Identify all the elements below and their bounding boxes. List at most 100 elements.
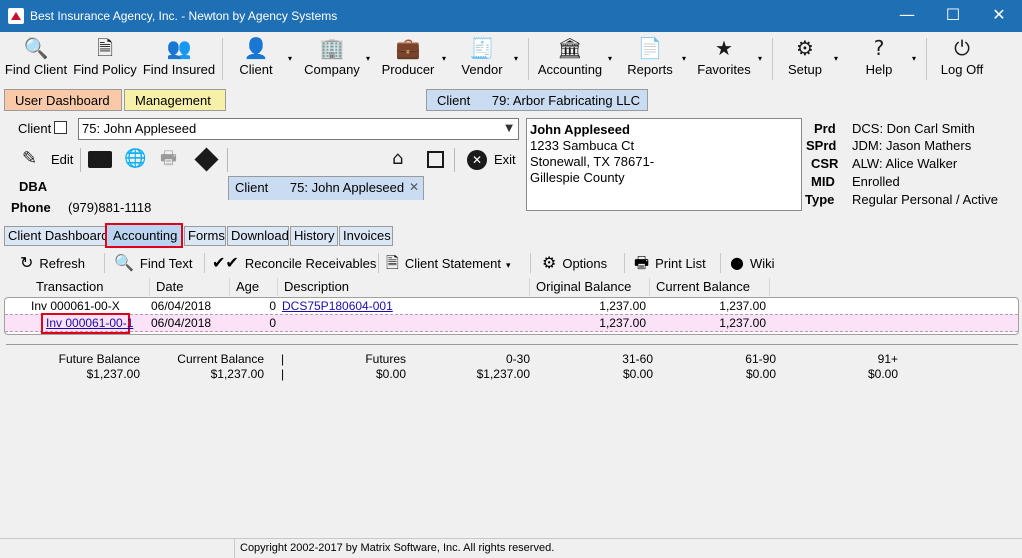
print-list-button[interactable]: 🖶 Print List <box>634 252 706 274</box>
close-tab-icon[interactable]: ✕ <box>409 180 419 194</box>
client-select[interactable]: 75: John Appleseed ▼ <box>78 118 519 140</box>
separator <box>378 253 379 273</box>
home-icon[interactable]: ⌂ <box>392 148 403 170</box>
edit-button[interactable]: Edit <box>51 152 73 167</box>
summary-label-futures: Futures <box>365 352 406 366</box>
separator <box>104 253 105 273</box>
client-label: Client <box>18 121 52 136</box>
tab-user-dashboard[interactable]: User Dashboard <box>4 89 122 111</box>
summary-value-91-plus: $0.00 <box>867 367 898 381</box>
vendor-dropdown-arrow-icon[interactable]: ▾ <box>514 54 518 63</box>
separator <box>720 253 721 273</box>
company-menu-button[interactable]: 🏢 Company <box>302 34 362 84</box>
client-statement-button[interactable]: 🗎 Client Statement ▾ <box>386 252 511 274</box>
column-header-date[interactable]: Date <box>150 278 230 296</box>
printer-icon[interactable]: 🖶 <box>160 148 177 170</box>
column-header-transaction[interactable]: Transaction <box>30 278 150 296</box>
row-1-description-link[interactable]: DCS75P180604-001 <box>282 298 393 314</box>
tab-management[interactable]: Management <box>124 89 226 111</box>
info-key-mid: MID <box>811 174 835 189</box>
column-header-current-balance[interactable]: Current Balance <box>650 278 770 296</box>
person-icon: 👤 <box>243 36 269 60</box>
find-text-button[interactable]: 🔍 Find Text <box>114 252 192 274</box>
tab-client-arbor-fabricating[interactable]: Client 79: Arbor Fabricating LLC <box>426 89 648 111</box>
tab-client-john-appleseed[interactable]: Client 75: John Appleseed ✕ <box>228 176 424 200</box>
info-value-mid: Enrolled <box>852 174 900 189</box>
refresh-icon: ↻ <box>20 253 34 272</box>
summary-label-0-30: 0-30 <box>505 352 530 366</box>
producer-dropdown-arrow-icon[interactable]: ▾ <box>442 54 446 63</box>
open-external-icon[interactable] <box>427 151 444 168</box>
log-off-button[interactable]: ⏻ Log Off <box>936 34 988 84</box>
favorites-menu-button[interactable]: ★ Favorites <box>694 34 754 84</box>
title-bar: Best Insurance Agency, Inc. - Newton by … <box>0 0 1022 32</box>
main-toolbar: 🔍 Find Client 🗎 Find Policy 👥 Find Insur… <box>0 32 1022 86</box>
accounting-dropdown-arrow-icon[interactable]: ▾ <box>608 54 612 63</box>
column-header-description[interactable]: Description <box>278 278 530 296</box>
vendor-menu-button[interactable]: 🧾 Vendor <box>454 34 510 84</box>
client-dropdown-arrow-icon[interactable]: ▾ <box>288 54 292 63</box>
row-1-current-balance: 1,237.00 <box>719 299 766 313</box>
setup-dropdown-arrow-icon[interactable]: ▾ <box>834 54 838 63</box>
row-1-transaction[interactable]: Inv 000061-00-X <box>31 298 120 314</box>
find-policy-button[interactable]: 🗎 Find Policy <box>72 34 138 84</box>
row-1-date: 06/04/2018 <box>151 299 212 313</box>
reconcile-receivables-button[interactable]: ✔✔ Reconcile Receivables <box>212 252 376 274</box>
info-key-prd: Prd <box>814 121 836 136</box>
info-key-csr: CSR <box>811 156 839 171</box>
reports-dropdown-arrow-icon[interactable]: ▾ <box>682 54 686 63</box>
summary-value-current-balance: $1,237.00 <box>210 367 264 381</box>
subtab-download[interactable]: Download <box>227 226 289 246</box>
wiki-icon: ● <box>730 253 744 272</box>
minimize-button[interactable]: — <box>884 0 930 32</box>
company-dropdown-arrow-icon[interactable]: ▾ <box>366 54 370 63</box>
find-insured-button[interactable]: 👥 Find Insured <box>142 34 216 84</box>
subtab-client-dashboard[interactable]: Client Dashboard <box>4 226 108 246</box>
column-header-original-balance[interactable]: Original Balance <box>530 278 650 296</box>
phone-label: Phone <box>11 200 51 215</box>
address-line-2: Stonewall, TX 78671- <box>530 154 655 169</box>
favorites-dropdown-arrow-icon[interactable]: ▾ <box>758 54 762 63</box>
toolbar-separator <box>222 38 223 80</box>
help-menu-button[interactable]: ? Help <box>856 34 902 84</box>
row-2-transaction-link[interactable]: Inv 000061-00-1 <box>46 315 133 331</box>
client-checkbox[interactable] <box>54 121 67 134</box>
separator <box>204 253 205 273</box>
exit-button[interactable]: Exit <box>494 152 516 167</box>
wiki-button[interactable]: ● Wiki <box>730 252 775 274</box>
pencil-icon[interactable]: ✎ <box>22 148 37 170</box>
power-icon: ⏻ <box>954 36 970 60</box>
summary-label-61-90: 61-90 <box>745 352 776 366</box>
column-header-age[interactable]: Age <box>230 278 278 296</box>
refresh-button[interactable]: ↻ Refresh <box>20 252 85 274</box>
find-client-button[interactable]: 🔍 Find Client <box>4 34 68 84</box>
status-separator <box>234 539 235 558</box>
help-dropdown-arrow-icon[interactable]: ▾ <box>912 54 916 63</box>
subtab-history[interactable]: History <box>290 226 338 246</box>
info-value-csr: ALW: Alice Walker <box>852 156 958 171</box>
chevron-down-icon: ▾ <box>505 261 511 271</box>
globe-icon[interactable]: 🌐 <box>124 148 146 170</box>
setup-menu-button[interactable]: ⚙ Setup <box>780 34 830 84</box>
app-logo-icon <box>8 8 24 24</box>
exit-circle-icon[interactable]: ✕ <box>467 150 487 170</box>
subtab-accounting[interactable]: Accounting <box>105 223 183 248</box>
options-button[interactable]: ⚙ Options <box>542 252 607 274</box>
subtab-invoices[interactable]: Invoices <box>339 226 393 246</box>
summary-value-61-90: $0.00 <box>745 367 776 381</box>
help-icon: ? <box>873 36 885 60</box>
subtab-forms[interactable]: Forms <box>184 226 226 246</box>
address-county: Gillespie County <box>530 170 625 185</box>
accounting-menu-button[interactable]: 🏛 Accounting <box>534 34 606 84</box>
directions-icon[interactable] <box>194 147 219 172</box>
maximize-button[interactable]: ☐ <box>930 0 976 32</box>
close-window-button[interactable]: ✕ <box>976 0 1022 32</box>
producer-menu-button[interactable]: 💼 Producer <box>378 34 438 84</box>
phone-value: (979)881-1118 <box>68 200 152 215</box>
window-title: Best Insurance Agency, Inc. - Newton by … <box>30 9 338 23</box>
reports-menu-button[interactable]: 📄 Reports <box>622 34 678 84</box>
main-tab-bar: User Dashboard Management Client 75: Joh… <box>0 88 1022 200</box>
client-menu-button[interactable]: 👤 Client <box>230 34 282 84</box>
contact-card-icon[interactable] <box>88 151 112 168</box>
printer-icon: 🖶 <box>634 253 650 272</box>
